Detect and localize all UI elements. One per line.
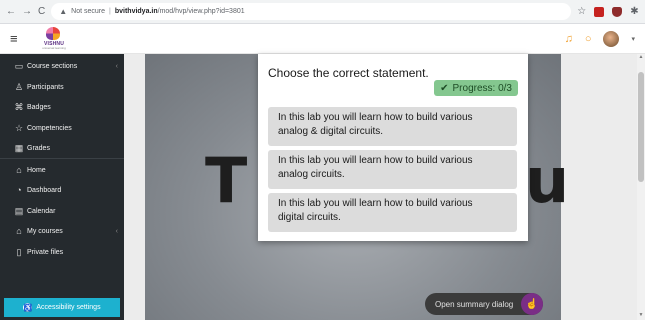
sidebar-item-grades[interactable]: ▦ Grades [14, 143, 118, 154]
extension-icon[interactable] [594, 6, 605, 17]
grades-icon: ▦ [14, 143, 24, 153]
browser-toolbar: ← → C ▲ Not secure | bvithvidya.in/mod/h… [0, 0, 645, 24]
graduation-cap-icon: ⌂ [16, 226, 22, 236]
calendar-icon: ▤ [14, 206, 24, 216]
option-line-1: In this lab you will learn how to build … [278, 198, 473, 209]
background-letter-left: T [205, 144, 250, 217]
sidebar-item-course-sections[interactable]: ▭ Course sections ‹ [14, 61, 118, 72]
header-actions: ♫ ○ ▾ [565, 30, 635, 47]
question-card: Choose the correct statement. ✔ Progress… [258, 54, 528, 241]
url-path: /mod/hvp/view.php?id=3801 [157, 8, 245, 15]
sidebar-item-label: Competencies [27, 125, 72, 132]
scroll-down-icon[interactable]: ▼ [637, 312, 645, 320]
address-bar[interactable]: ▲ Not secure | bvithvidya.in/mod/hvp/vie… [51, 3, 572, 20]
reload-icon[interactable]: C [38, 6, 45, 17]
bell-icon[interactable]: ♫ [565, 33, 573, 45]
sidebar-item-dashboard[interactable]: ◔ Dashboard [14, 185, 118, 195]
sidebar-item-label: Calendar [27, 208, 56, 215]
chevron-left-icon: ‹ [115, 63, 118, 70]
progress-badge: ✔ Progress: 0/3 [434, 80, 518, 96]
sidebar-item-label: Private files [27, 249, 64, 256]
scroll-up-icon[interactable]: ▲ [637, 54, 645, 62]
file-icon: ▯ [16, 247, 22, 257]
sidebar-item-label: Course sections [27, 63, 78, 70]
option-line-2: digital circuits. [278, 212, 341, 223]
page-scrollbar[interactable]: ▲ ▼ [637, 54, 645, 320]
sidebar-item-private-files[interactable]: ▯ Private files [14, 247, 118, 258]
check-icon: ✔ [440, 82, 449, 94]
chat-bubble-icon[interactable]: ○ [585, 33, 592, 45]
shield-extension-icon[interactable] [612, 6, 623, 17]
url-text: bvithvidya.in/mod/hvp/view.php?id=3801 [115, 8, 245, 15]
sidebar-item-home[interactable]: ⌂ Home [14, 165, 118, 175]
extensions-puzzle-icon[interactable]: ✱ [630, 6, 638, 17]
home-icon: ⌂ [16, 165, 22, 175]
background-letter-right: u [525, 144, 572, 217]
sidebar-divider [0, 158, 124, 159]
logo-subtext: universal learning [42, 45, 66, 50]
option-line-1: In this lab you will learn how to build … [278, 155, 473, 166]
browser-actions: ☆ ✱ ⋮ [577, 6, 645, 17]
progress-label: Progress: 0/3 [452, 82, 512, 94]
site-header: ≡ VISHNU universal learning ♫ ○ ▾ [0, 24, 645, 54]
forward-icon[interactable]: → [22, 6, 32, 17]
option-line-2: analog & digital circuits. [278, 126, 384, 137]
question-text: Choose the correct statement. [268, 66, 429, 80]
sidebar-nav: ▭ Course sections ‹ ♙ Participants ⌘ Bad… [0, 54, 124, 320]
url-separator: | [109, 8, 111, 15]
accessibility-settings-button[interactable]: ♿ Accessibility settings [4, 298, 120, 317]
not-secure-label: Not secure [71, 8, 106, 15]
logo-mark [46, 26, 60, 40]
summary-button-label: Open summary dialog [435, 299, 514, 309]
dashboard-icon: ◔ [16, 185, 22, 195]
sidebar-item-label: Participants [27, 84, 64, 91]
sidebar-item-label: Dashboard [27, 186, 62, 194]
sidebar-item-label: Home [27, 166, 46, 174]
folder-icon: ▭ [14, 61, 24, 71]
accessibility-icon: ♿ [23, 303, 33, 312]
hand-pointer-icon: ☝ [521, 293, 543, 315]
users-icon: ♙ [14, 82, 24, 92]
competencies-icon: ☆ [14, 123, 24, 133]
site-logo[interactable]: VISHNU universal learning [40, 26, 68, 51]
user-avatar[interactable] [603, 30, 620, 47]
back-icon[interactable]: ← [6, 6, 16, 17]
answer-option-2[interactable]: In this lab you will learn how to build … [268, 150, 517, 189]
warning-icon: ▲ [59, 7, 68, 16]
accessibility-label: Accessibility settings [36, 304, 101, 311]
open-summary-dialog-button[interactable]: Open summary dialog ☝ [425, 293, 543, 315]
sidebar-item-competencies[interactable]: ☆ Competencies [14, 123, 118, 134]
chevron-left-icon: ‹ [115, 227, 118, 235]
sidebar-item-label: Grades [27, 145, 50, 152]
sidebar-item-label: Badges [27, 104, 51, 111]
sidebar-item-participants[interactable]: ♙ Participants [14, 82, 118, 93]
sidebar-item-my-courses[interactable]: ⌂ My courses ‹ [14, 226, 118, 236]
sidebar-item-calendar[interactable]: ▤ Calendar [14, 206, 118, 217]
sidebar-item-label: My courses [27, 227, 63, 235]
scrollbar-thumb[interactable] [638, 72, 644, 182]
option-line-2: analog circuits. [278, 169, 345, 180]
url-host: bvithvidya.in [114, 8, 158, 15]
answer-option-1[interactable]: In this lab you will learn how to build … [268, 107, 517, 146]
bookmark-star-icon[interactable]: ☆ [577, 6, 586, 17]
option-line-1: In this lab you will learn how to build … [278, 112, 473, 123]
chevron-down-icon[interactable]: ▾ [631, 35, 635, 43]
badge-icon: ⌘ [14, 102, 24, 112]
answer-option-3[interactable]: In this lab you will learn how to build … [268, 193, 517, 232]
sidebar-item-badges[interactable]: ⌘ Badges [14, 102, 118, 113]
hamburger-menu-icon[interactable]: ≡ [10, 31, 26, 46]
